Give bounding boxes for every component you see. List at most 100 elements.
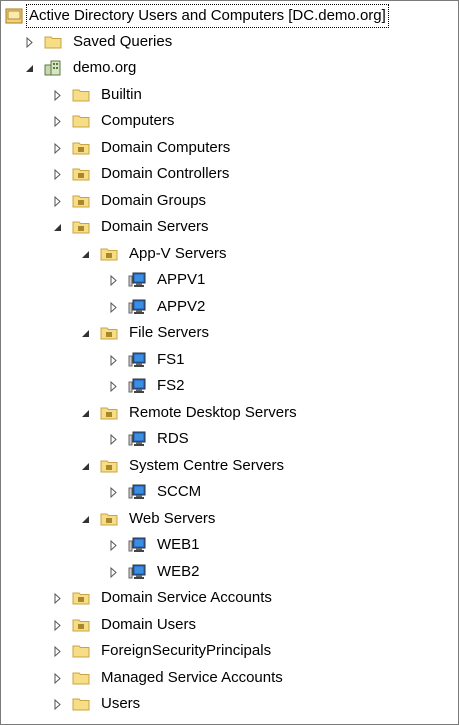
tree-node-appv1[interactable]: APPV1 [0, 267, 459, 294]
tree-node-label: Domain Users [101, 615, 197, 633]
tree-node-label: RDS [157, 430, 189, 447]
ou-icon [100, 460, 118, 472]
tree-node-root[interactable]: Active Directory Users and Computers [DC… [0, 2, 459, 29]
tree-node-appv2[interactable]: APPV2 [0, 294, 459, 321]
expand-arrow-icon[interactable] [52, 672, 63, 684]
ou-icon [100, 513, 118, 525]
tree-node-domain-servers[interactable]: Domain Servers [0, 214, 459, 241]
expand-arrow-icon[interactable] [108, 434, 119, 445]
folder-icon [72, 698, 90, 711]
collapse-arrow-icon[interactable] [80, 461, 91, 472]
collapse-arrow-icon[interactable] [80, 408, 91, 419]
expand-arrow-icon[interactable] [108, 540, 119, 551]
expand-arrow-icon[interactable] [108, 354, 119, 366]
tree-node-rds[interactable]: RDS [0, 426, 459, 453]
ou-icon [100, 248, 118, 260]
tree-node-label: Builtin [101, 85, 142, 103]
tree-node-label: Domain Servers [101, 218, 209, 235]
expand-arrow-icon[interactable] [52, 195, 63, 207]
tree-node-label: Active Directory Users and Computers [DC… [26, 4, 389, 28]
tree-node-web-servers[interactable]: Web Servers [0, 506, 459, 533]
tree-node-label: Domain Service Accounts [101, 589, 272, 606]
collapse-arrow-icon[interactable] [52, 222, 63, 233]
collapse-arrow-icon[interactable] [80, 249, 91, 260]
tree-node-file-servers[interactable]: File Servers [0, 320, 459, 347]
expand-arrow-icon[interactable] [52, 116, 63, 127]
ou-icon [100, 327, 118, 340]
tree-node-label: Saved Queries [73, 32, 173, 50]
tree-node-users[interactable]: Users [0, 691, 459, 718]
ou-icon [72, 168, 90, 181]
expand-arrow-icon[interactable] [108, 301, 119, 313]
tree-node-label: File Servers [129, 324, 210, 341]
tree-node-web1[interactable]: WEB1 [0, 532, 459, 559]
tree-node-saved-queries[interactable]: Saved Queries [0, 29, 459, 56]
tree-node-label: FS2 [157, 377, 185, 394]
tree-node-system-centre-servers[interactable]: System Centre Servers [0, 453, 459, 480]
computer-icon [128, 352, 146, 367]
tree-node-domain-controllers[interactable]: Domain Controllers [0, 161, 459, 188]
tree-node-sccm[interactable]: SCCM [0, 479, 459, 506]
tree-node-label: FS1 [157, 350, 185, 368]
expand-arrow-icon[interactable] [52, 142, 63, 154]
tree-node-demo-org[interactable]: demo.org [0, 55, 459, 82]
expand-arrow-icon[interactable] [108, 381, 119, 392]
ou-icon [100, 407, 118, 419]
collapse-arrow-icon[interactable] [80, 328, 91, 339]
expand-arrow-icon[interactable] [108, 487, 119, 498]
tree-node-label: System Centre Servers [129, 456, 285, 474]
folder-icon [72, 115, 90, 128]
tree-node-label: WEB2 [157, 562, 200, 580]
expand-arrow-icon[interactable] [52, 89, 63, 101]
tree-node-domain-groups[interactable]: Domain Groups [0, 188, 459, 215]
tree-node-fs2[interactable]: FS2 [0, 373, 459, 400]
tree-node-label: Domain Controllers [101, 165, 230, 182]
tree-node-managed-service-accounts[interactable]: Managed Service Accounts [0, 665, 459, 692]
tree-node-label: demo.org [73, 59, 137, 76]
computer-icon [128, 484, 146, 499]
tree-node-web2[interactable]: WEB2 [0, 559, 459, 586]
tree-node-builtin[interactable]: Builtin [0, 82, 459, 109]
tree-node-label: APPV1 [157, 271, 206, 288]
ou-icon [72, 619, 90, 631]
expand-arrow-icon[interactable] [52, 593, 63, 604]
tree-node-label: App-V Servers [129, 244, 227, 262]
expand-arrow-icon[interactable] [52, 169, 63, 180]
computer-icon [128, 299, 146, 314]
expand-arrow-icon[interactable] [52, 619, 63, 631]
tree-node-remote-desktop-servers[interactable]: Remote Desktop Servers [0, 400, 459, 427]
expand-arrow-icon[interactable] [24, 36, 35, 48]
tree-node-domain-users[interactable]: Domain Users [0, 612, 459, 639]
ou-icon [72, 592, 90, 605]
tree-node-label: Computers [101, 112, 175, 129]
tree-node-label: Web Servers [129, 509, 216, 527]
tree-node-appv-servers[interactable]: App-V Servers [0, 241, 459, 268]
folder-icon [72, 645, 90, 658]
expand-arrow-icon[interactable] [52, 699, 63, 710]
ou-icon [72, 195, 90, 207]
computer-icon [128, 378, 146, 393]
computer-icon [128, 537, 146, 552]
tree-node-domain-service-accounts[interactable]: Domain Service Accounts [0, 585, 459, 612]
collapse-arrow-icon[interactable] [80, 514, 91, 525]
tree-node-label: Remote Desktop Servers [129, 403, 297, 421]
console-tree: Active Directory Users and Computers [DC… [0, 4, 459, 718]
tree-node-label: Domain Groups [101, 191, 207, 209]
tree-node-domain-computers[interactable]: Domain Computers [0, 135, 459, 162]
tree-node-computers[interactable]: Computers [0, 108, 459, 135]
expand-arrow-icon[interactable] [108, 275, 119, 286]
tree-node-label: Domain Computers [101, 138, 231, 156]
ou-icon [72, 142, 90, 154]
expand-arrow-icon[interactable] [108, 566, 119, 578]
tree-node-label: ForeignSecurityPrincipals [101, 642, 272, 659]
folder-icon [72, 89, 90, 101]
folder-icon [72, 672, 90, 684]
tree-node-label: Users [101, 695, 141, 712]
collapse-arrow-icon[interactable] [24, 63, 35, 74]
expand-arrow-icon[interactable] [52, 646, 63, 657]
domain-icon [44, 60, 61, 76]
tree-node-fs1[interactable]: FS1 [0, 347, 459, 374]
tree-node-foreign-security-principals[interactable]: ForeignSecurityPrincipals [0, 638, 459, 665]
folder-icon [44, 36, 62, 48]
tree-node-label: Managed Service Accounts [101, 668, 283, 686]
